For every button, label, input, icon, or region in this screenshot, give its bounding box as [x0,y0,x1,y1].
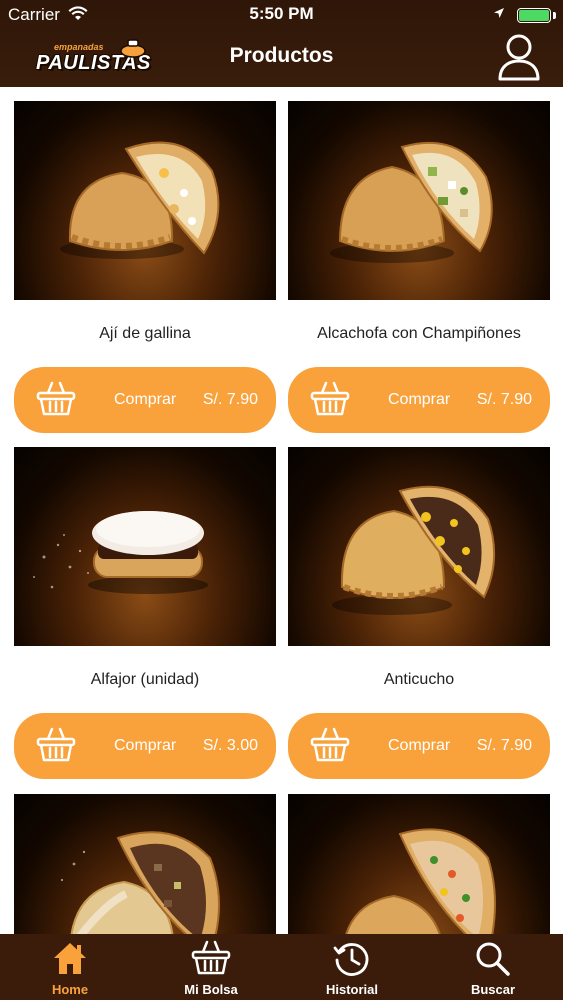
tab-historial[interactable]: Historial [282,934,422,1000]
basket-icon [310,381,350,416]
product-photo[interactable] [14,101,276,300]
product-price: S/. 7.90 [476,391,532,408]
product-price: S/. 7.90 [476,737,532,754]
buy-label: Comprar [388,737,451,754]
product-name: Anticucho [383,671,455,688]
product-price: S/. 3.00 [202,737,258,754]
tab-buscar[interactable]: Buscar [423,934,563,1000]
product-price: S/. 7.90 [202,391,258,408]
product-photo[interactable] [288,101,550,300]
product-photo[interactable] [288,794,550,934]
tab-label: Historial [325,982,378,997]
home-icon [54,943,86,974]
battery-icon [517,8,551,23]
tab-mi-bolsa[interactable]: Mi Bolsa [141,934,281,1000]
buy-button[interactable]: Comprar S/. 7.90 [14,367,276,433]
tab-label: Buscar [470,982,516,997]
buy-button[interactable]: Comprar S/. 7.90 [288,367,550,433]
tab-label: Home [51,982,89,997]
search-icon [476,942,510,976]
product-grid: Ají de gallina Comprar S/. 7.90 Alcachof… [0,87,563,934]
clock-icon [333,943,369,976]
product-photo[interactable] [14,447,276,646]
profile-button[interactable] [497,33,541,83]
location-arrow-icon [494,8,504,18]
buy-button[interactable]: Comprar S/. 7.90 [288,713,550,779]
product-photo[interactable] [288,447,550,646]
buy-label: Comprar [114,737,177,754]
tab-label: Mi Bolsa [184,982,238,997]
basket-icon [310,727,350,762]
buy-button[interactable]: Comprar S/. 3.00 [14,713,276,779]
user-icon [498,34,540,81]
top-bar: Carrier 5:50 PM empanadas PAULISTAS Prod… [0,0,563,87]
basket-icon [191,940,231,975]
basket-icon [36,381,76,416]
product-name: Alfajor (unidad) [90,671,200,688]
product-name: Ají de gallina [99,325,191,342]
product-photo[interactable] [14,794,276,934]
product-name: Alcachofa con Champiñones [317,325,521,342]
buy-label: Comprar [114,391,177,408]
tab-home[interactable]: Home [0,934,140,1000]
status-bar: Carrier 5:50 PM [0,0,563,30]
basket-icon [36,727,76,762]
tab-bar: Home Mi Bolsa Historial Buscar [0,934,563,1000]
buy-label: Comprar [388,391,451,408]
status-time: 5:50 PM [249,4,314,23]
page-title: Productos [229,44,334,67]
